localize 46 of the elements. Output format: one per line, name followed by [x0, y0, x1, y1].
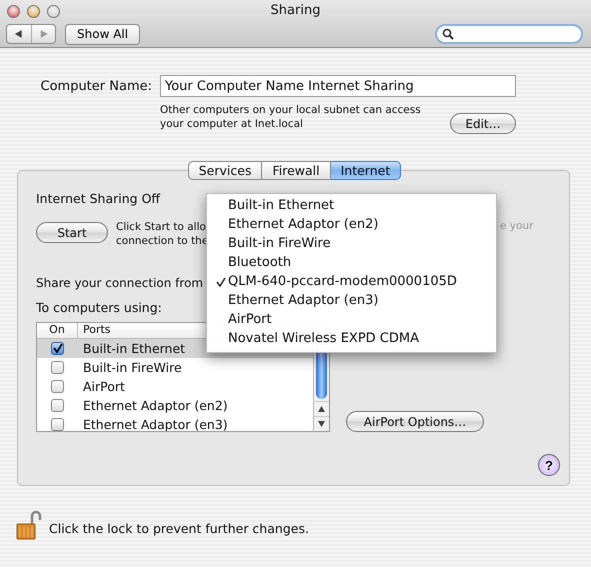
window-title: Sharing: [270, 3, 320, 18]
to-computers-label: To computers using:: [36, 300, 162, 315]
help-button[interactable]: ?: [538, 454, 560, 476]
port-name: Built-in FireWire: [82, 360, 182, 375]
port-name: AirPort: [82, 379, 125, 394]
search-field[interactable]: [435, 24, 583, 44]
hint-text: Other computers on your local subnet can access: [160, 103, 421, 117]
tab[interactable]: Services: [188, 161, 262, 180]
description-text: e your: [500, 220, 534, 232]
window-control[interactable]: [27, 4, 40, 18]
menu-item[interactable]: Novatel Wireless EXPD CDMA: [207, 329, 496, 348]
menu-item[interactable]: AirPort: [207, 310, 496, 329]
checkbox[interactable]: [50, 399, 64, 412]
window-control[interactable]: [47, 4, 60, 18]
search-icon: [442, 28, 454, 40]
show-all-button[interactable]: Show All: [65, 24, 140, 44]
window-control[interactable]: [7, 4, 20, 18]
checkbox[interactable]: [50, 380, 64, 393]
tab[interactable]: Firewall: [262, 161, 331, 180]
port-name: Ethernet Adaptor (en2): [82, 398, 228, 413]
menu-item[interactable]: Ethernet Adaptor (en2): [207, 215, 496, 234]
checkbox[interactable]: [50, 361, 64, 374]
back-forward-buttons[interactable]: [6, 24, 56, 44]
menu-item[interactable]: Bluetooth: [207, 253, 496, 272]
menu-item[interactable]: QLM-640-pccard-modem0000105D: [207, 272, 496, 291]
checkbox[interactable]: [50, 342, 64, 355]
menu-item[interactable]: Built-in FireWire: [207, 234, 496, 253]
status-text: Internet Sharing Off: [36, 191, 160, 206]
menu-item[interactable]: Ethernet Adaptor (en3): [207, 291, 496, 310]
hint-text: your computer at Inet.local: [160, 117, 304, 131]
computer-name-field[interactable]: Your Computer Name Internet Sharing: [160, 75, 516, 97]
column-header[interactable]: On: [37, 323, 78, 338]
tab[interactable]: Internet: [330, 161, 402, 180]
start-button[interactable]: Start: [36, 222, 108, 243]
column-header[interactable]: Ports: [78, 323, 111, 338]
description-text: Click Start to allo: [116, 220, 207, 234]
computer-name-label: Computer Name:: [40, 78, 152, 94]
port-name: Built-in Ethernet: [82, 341, 186, 356]
scroll-up-icon[interactable]: [318, 406, 325, 412]
share-from-label: Share your connection from: [36, 276, 204, 290]
edit-button[interactable]: Edit…: [450, 113, 516, 134]
airport-options-button[interactable]: AirPort Options…: [346, 411, 484, 432]
menu-item[interactable]: Built-in Ethernet: [207, 196, 496, 215]
lock-text: Click the lock to prevent further changes.: [49, 520, 309, 536]
scroll-down-icon[interactable]: [318, 421, 325, 427]
checkbox[interactable]: [50, 418, 64, 431]
